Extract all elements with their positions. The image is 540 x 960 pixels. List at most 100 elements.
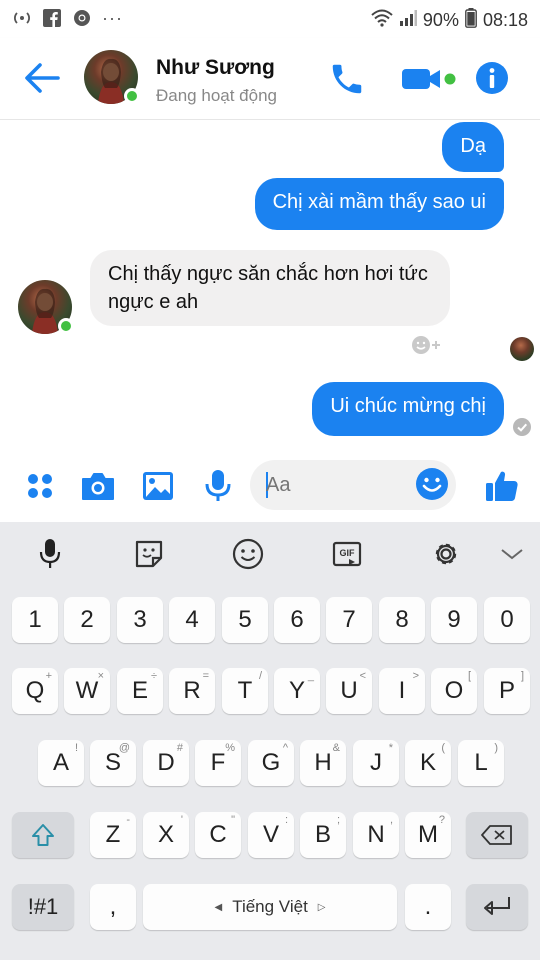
key-v[interactable]: :V <box>248 812 294 858</box>
key-q[interactable]: + Q <box>12 668 58 714</box>
back-arrow-icon <box>25 63 60 93</box>
key-label: F <box>210 749 226 776</box>
contact-avatar-button[interactable] <box>84 50 140 104</box>
key-n[interactable]: ,N <box>353 812 399 858</box>
key-9[interactable]: 9 <box>431 597 477 643</box>
emoji-button[interactable] <box>414 466 450 502</box>
wifi-icon <box>371 9 393 32</box>
symbols-key[interactable]: !#1 <box>12 884 74 930</box>
key-s[interactable]: @ S <box>90 740 136 786</box>
keyboard-emoji-button[interactable] <box>230 536 266 572</box>
key-8[interactable]: 8 <box>379 597 425 643</box>
key-x[interactable]: ' X <box>143 812 189 858</box>
key-y[interactable]: _ Y <box>274 668 320 714</box>
add-reaction-button[interactable] <box>410 334 442 356</box>
sender-avatar[interactable] <box>18 280 74 334</box>
key-z[interactable]: -Z <box>90 812 136 858</box>
key-hint: ^ <box>282 742 288 754</box>
key-label: X <box>157 821 174 848</box>
info-icon <box>476 62 508 94</box>
outgoing-message[interactable]: Ui chúc mừng chị <box>312 382 504 436</box>
key-label: L <box>474 749 488 776</box>
collapse-keyboard-button[interactable] <box>494 536 530 572</box>
key-hint: ÷ <box>150 670 157 682</box>
key-label: D <box>157 749 175 776</box>
sticker-button[interactable] <box>131 536 167 572</box>
key-r[interactable]: = R <box>169 668 215 714</box>
svg-text:GIF: GIF <box>340 548 356 558</box>
key-f[interactable]: % F <box>195 740 241 786</box>
key-0[interactable]: 0 <box>484 597 530 643</box>
like-button[interactable] <box>482 466 522 506</box>
key-w[interactable]: × W <box>64 668 110 714</box>
gallery-button[interactable] <box>138 466 178 506</box>
key-4[interactable]: 4 <box>169 597 215 643</box>
message-composer <box>0 450 540 522</box>
key-m[interactable]: ? M <box>405 812 451 858</box>
key-7[interactable]: 7 <box>326 597 372 643</box>
key-hint: / <box>258 670 262 682</box>
camera-button[interactable] <box>78 466 118 506</box>
key-h[interactable]: & H <box>300 740 346 786</box>
key-2[interactable]: 2 <box>64 597 110 643</box>
key-label: V <box>262 821 279 848</box>
key-5[interactable]: 5 <box>222 597 268 643</box>
key-label: O <box>444 677 464 704</box>
key-a[interactable]: ! A <box>38 740 84 786</box>
key-o[interactable]: [O <box>431 668 477 714</box>
key-g[interactable]: ^ G <box>248 740 294 786</box>
key-hint: # <box>176 742 183 754</box>
back-button[interactable] <box>22 60 62 96</box>
key-d[interactable]: # D <box>143 740 189 786</box>
keyboard-settings-button[interactable] <box>428 536 464 572</box>
status-left-icons: ··· <box>12 8 123 28</box>
key-b[interactable]: ; B <box>300 812 346 858</box>
backspace-key[interactable] <box>466 812 528 858</box>
enter-key[interactable] <box>466 884 528 930</box>
voice-message-button[interactable] <box>198 466 238 506</box>
key-u[interactable]: < U <box>326 668 372 714</box>
video-call-button[interactable] <box>400 64 460 94</box>
key-hint: ? <box>438 814 445 826</box>
key-hint: ] <box>520 670 524 682</box>
incoming-message[interactable]: Chị thấy ngực săn chắc hơn hơi tức ngực … <box>90 250 450 326</box>
info-button[interactable] <box>474 60 510 96</box>
shift-key[interactable] <box>12 812 74 858</box>
message-input[interactable] <box>266 470 406 500</box>
keyboard-voice-button[interactable] <box>32 536 68 572</box>
outgoing-message[interactable]: Chị xài mầm thấy sao ui <box>254 178 504 230</box>
key-3[interactable]: 3 <box>117 597 163 643</box>
key-l[interactable]: ) L <box>458 740 504 786</box>
contact-name[interactable]: Như Sương <box>156 56 275 80</box>
key-label: P <box>498 677 515 704</box>
conversation-header: Như Sương Đang hoạt động <box>0 38 540 120</box>
key-j[interactable]: * J <box>353 740 399 786</box>
voice-call-button[interactable] <box>328 60 366 98</box>
smiley-icon <box>232 538 264 570</box>
clock: 08:18 <box>482 10 528 30</box>
thumbs-up-icon <box>486 471 518 501</box>
gif-button[interactable]: GIF <box>329 536 365 572</box>
online-indicator <box>124 88 140 104</box>
key-6[interactable]: 6 <box>274 597 320 643</box>
key-t[interactable]: / T <box>222 668 268 714</box>
comma-key[interactable]: , <box>90 884 136 930</box>
more-actions-button[interactable] <box>20 466 60 506</box>
more-notifications: ··· <box>102 8 123 28</box>
key-hint: ' <box>180 814 183 826</box>
space-key[interactable]: ◀ Tiếng Việt ▷ <box>143 884 397 930</box>
key-hint: _ <box>307 670 314 682</box>
key-c[interactable]: " C <box>195 812 241 858</box>
key-e[interactable]: ÷ E <box>117 668 163 714</box>
key-label: J <box>370 749 382 776</box>
key-label: Q <box>25 677 45 704</box>
key-k[interactable]: (K <box>405 740 451 786</box>
message-list[interactable]: Dạ Chị xài mầm thấy sao ui Chị thấy ngực… <box>0 120 540 450</box>
outgoing-message[interactable]: Dạ <box>442 122 504 172</box>
smiley-icon <box>416 468 448 500</box>
period-key[interactable]: . <box>405 884 451 930</box>
key-p[interactable]: ] P <box>484 668 530 714</box>
key-i[interactable]: > I <box>379 668 425 714</box>
key-1[interactable]: 1 <box>12 597 58 643</box>
key-label: W <box>75 677 99 704</box>
